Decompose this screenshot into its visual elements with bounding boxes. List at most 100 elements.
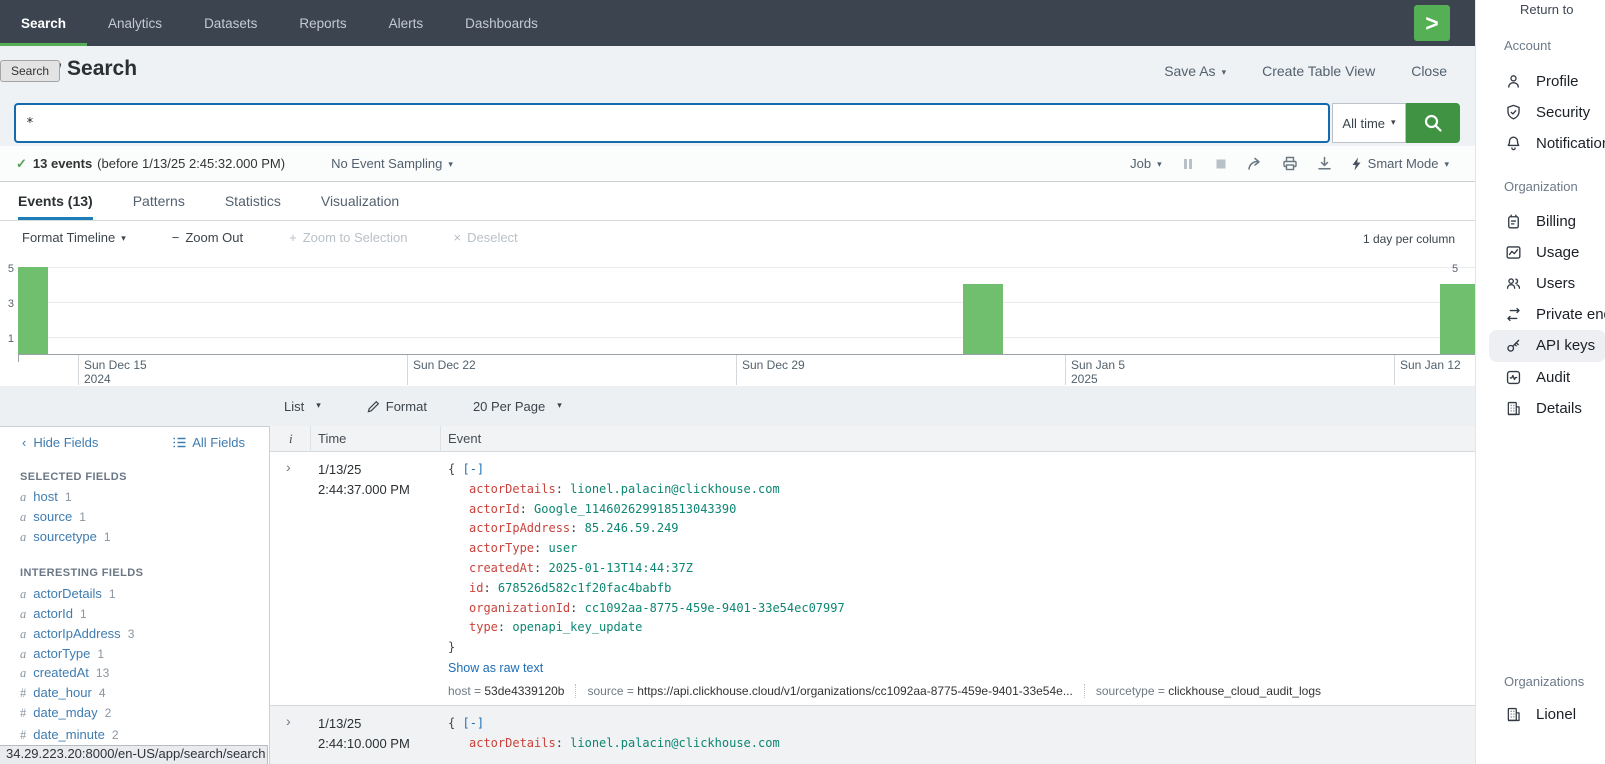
- nav-tab-analytics[interactable]: Analytics: [87, 0, 183, 46]
- pencil-icon: [367, 400, 380, 413]
- field-date-mday[interactable]: #date_mday2: [20, 705, 111, 721]
- tab-statistics[interactable]: Statistics: [225, 182, 281, 220]
- x-axis-tick-label: Sun Dec 29: [742, 358, 805, 372]
- return-to-link[interactable]: Return to: [1520, 2, 1573, 17]
- event-json: { [-] actorDetailslionel.palacin@clickho…: [448, 714, 780, 754]
- field-date-hour[interactable]: #date_hour4: [20, 685, 106, 701]
- field-actordetails[interactable]: aactorDetails1: [20, 586, 116, 602]
- nav-tab-search[interactable]: Search: [0, 0, 87, 46]
- nav-tab-alerts[interactable]: Alerts: [368, 0, 445, 46]
- results-tabs: Events (13) Patterns Statistics Visualiz…: [0, 182, 1475, 221]
- create-table-view-button[interactable]: Create Table View: [1262, 63, 1375, 79]
- field-actoripaddress[interactable]: aactorIpAddress3: [20, 626, 134, 642]
- timeline-chart[interactable]: 113355 Sun Dec 152024Sun Dec 22Sun Dec 2…: [0, 260, 1475, 386]
- all-fields-link[interactable]: All Fields: [173, 435, 245, 450]
- field-actortype[interactable]: aactorType1: [20, 646, 104, 662]
- app-root: Search Analytics Datasets Reports Alerts…: [0, 0, 1605, 764]
- search-button[interactable]: [1406, 103, 1460, 143]
- pause-icon[interactable]: [1181, 157, 1195, 171]
- meta-sourcetype[interactable]: sourcetypeclickhouse_cloud_audit_logs: [1084, 684, 1321, 698]
- meta-source[interactable]: sourcehttps://api.clickhouse.cloud/v1/or…: [575, 684, 1072, 698]
- x-axis-tick: [78, 355, 79, 385]
- y-gridline: [18, 337, 1475, 338]
- top-nav: Search Analytics Datasets Reports Alerts…: [0, 0, 1475, 46]
- panel-item-profile[interactable]: Profile: [1504, 72, 1579, 91]
- success-check-icon: [0, 156, 33, 172]
- account-section-header: Account: [1504, 38, 1551, 53]
- job-dropdown[interactable]: Job: [1130, 156, 1162, 171]
- panel-item-private-endpoints[interactable]: Private endpoints: [1504, 305, 1605, 324]
- save-as-button[interactable]: Save As: [1164, 63, 1226, 79]
- list-view-dropdown[interactable]: List: [284, 399, 321, 414]
- stop-icon[interactable]: [1214, 157, 1228, 171]
- x-axis-tick-label: Sun Dec 152024: [84, 358, 147, 386]
- format-timeline-dropdown[interactable]: Format Timeline: [22, 230, 126, 245]
- panel-item-usage[interactable]: Usage: [1504, 243, 1579, 262]
- collapse-json-link[interactable]: [-]: [462, 462, 484, 476]
- tab-patterns[interactable]: Patterns: [133, 182, 185, 220]
- panel-item-notifications[interactable]: Notifications: [1504, 134, 1605, 153]
- timeline-plot[interactable]: 113355: [0, 260, 1475, 355]
- swap-arrows-icon: [1504, 305, 1523, 324]
- panel-item-label: Users: [1536, 275, 1575, 292]
- event-sampling-dropdown[interactable]: No Event Sampling: [331, 156, 453, 171]
- zoom-out-button[interactable]: Zoom Out: [172, 230, 243, 245]
- format-results-button[interactable]: Format: [367, 399, 427, 414]
- x-axis-tick: [1394, 355, 1395, 385]
- shield-check-icon: [1504, 103, 1523, 122]
- field-date-minute[interactable]: #date_minute2: [20, 727, 119, 743]
- billing-icon: [1504, 212, 1523, 231]
- panel-item-audit[interactable]: Audit: [1504, 368, 1570, 387]
- field-actorid[interactable]: aactorId1: [20, 606, 87, 622]
- panel-item-organization[interactable]: Lionel: [1504, 705, 1576, 724]
- histogram-bar[interactable]: [1440, 284, 1475, 354]
- share-icon[interactable]: [1247, 157, 1263, 171]
- per-page-dropdown[interactable]: 20 Per Page: [473, 399, 562, 414]
- splunk-logo[interactable]: >: [1414, 5, 1450, 41]
- search-input[interactable]: [14, 103, 1330, 143]
- tab-events[interactable]: Events (13): [18, 182, 93, 220]
- expand-row-icon[interactable]: [286, 713, 291, 729]
- collapse-json-link[interactable]: [-]: [462, 716, 484, 730]
- event-count-detail: (before 1/13/25 2:45:32.000 PM): [97, 156, 285, 171]
- hide-fields-link[interactable]: Hide Fields: [22, 435, 98, 450]
- time-range-picker[interactable]: All time: [1332, 103, 1406, 143]
- close-button[interactable]: Close: [1411, 63, 1447, 79]
- app-context-badge[interactable]: Search: [0, 60, 60, 82]
- panel-item-api-keys[interactable]: API keys: [1504, 336, 1595, 355]
- zoom-to-selection-button[interactable]: Zoom to Selection: [289, 230, 407, 245]
- panel-item-users[interactable]: Users: [1504, 274, 1575, 293]
- expand-row-icon[interactable]: [286, 459, 291, 475]
- audit-pulse-icon: [1504, 368, 1523, 387]
- y-axis-tick-label: 1: [2, 333, 14, 345]
- users-icon: [1504, 274, 1523, 293]
- tab-visualization[interactable]: Visualization: [321, 182, 399, 220]
- search-mode-dropdown[interactable]: Smart Mode: [1351, 156, 1449, 171]
- nav-tab-dashboards[interactable]: Dashboards: [444, 0, 559, 46]
- search-header: Search New Search Save As Create Table V…: [0, 46, 1475, 146]
- nav-tab-datasets[interactable]: Datasets: [183, 0, 278, 46]
- table-row: 1/13/25 2:44:37.000 PM { [-] actorDetail…: [270, 452, 1475, 706]
- panel-item-details[interactable]: Details: [1504, 399, 1582, 418]
- y-axis-tick-label: 5: [2, 263, 14, 275]
- organizations-section-header: Organizations: [1504, 674, 1584, 689]
- key-icon: [1504, 336, 1523, 355]
- meta-host[interactable]: host53de4339120b: [448, 684, 564, 698]
- nav-tab-reports[interactable]: Reports: [278, 0, 367, 46]
- field-source[interactable]: asource1: [20, 509, 86, 525]
- column-span-note: 1 day per column: [1363, 232, 1455, 246]
- field-createdat[interactable]: acreatedAt13: [20, 665, 109, 681]
- print-icon[interactable]: [1282, 156, 1298, 171]
- time-range-label: All time: [1342, 116, 1385, 131]
- panel-item-billing[interactable]: Billing: [1504, 212, 1576, 231]
- deselect-button[interactable]: Deselect: [454, 230, 518, 245]
- field-sourcetype[interactable]: asourcetype1: [20, 529, 111, 545]
- show-raw-text-link[interactable]: Show as raw text: [448, 659, 845, 679]
- panel-item-security[interactable]: Security: [1504, 103, 1590, 122]
- export-icon[interactable]: [1317, 156, 1332, 171]
- histogram-bar[interactable]: [963, 284, 1003, 354]
- histogram-bar[interactable]: [18, 267, 48, 355]
- bolt-icon: [1351, 157, 1362, 171]
- field-host[interactable]: ahost1: [20, 489, 72, 505]
- logo-glyph: >: [1425, 10, 1438, 37]
